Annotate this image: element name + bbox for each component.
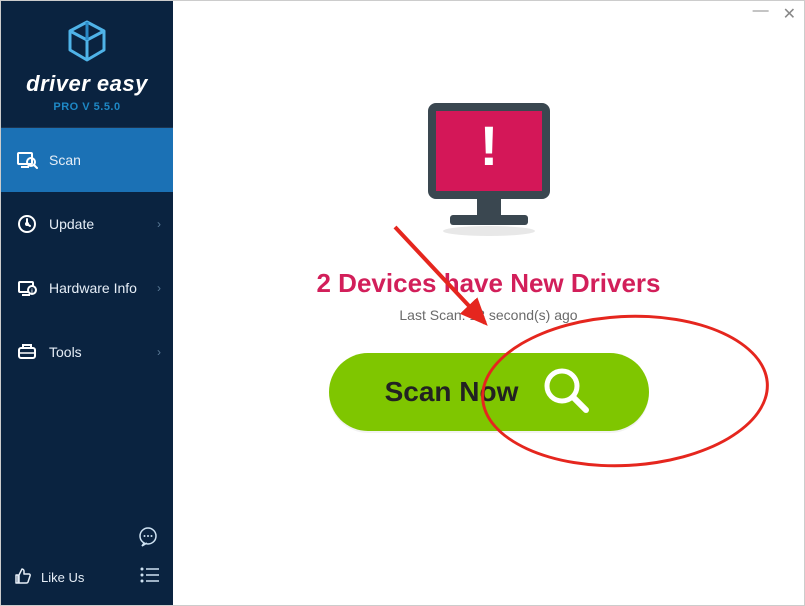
chevron-right-icon: › (157, 281, 161, 295)
logo-icon (1, 19, 173, 65)
scan-icon (15, 149, 39, 171)
magnify-icon (540, 364, 592, 421)
menu-button[interactable] (139, 566, 161, 589)
sidebar-nav: Scan Update › (1, 128, 173, 556)
brand-version: PRO V 5.5.0 (1, 101, 173, 113)
sidebar-bottom: Like Us (1, 556, 173, 605)
hardware-info-icon: i (15, 277, 39, 299)
sidebar-item-label: Scan (49, 152, 81, 168)
sidebar-item-tools[interactable]: Tools › (1, 320, 173, 384)
last-scan-text: Last Scan: 13 second(s) ago (399, 307, 577, 323)
sidebar-item-hardware-info[interactable]: i Hardware Info › (1, 256, 173, 320)
brand-name: driver easy (1, 71, 173, 97)
thumbs-up-icon (13, 566, 33, 589)
alert-monitor-icon: ! (414, 97, 564, 250)
main-content: — ✕ ! 2 Devices have New Drivers Last Sc… (173, 1, 804, 605)
logo-area: driver easy PRO V 5.5.0 (1, 1, 173, 128)
sidebar: driver easy PRO V 5.5.0 Scan (1, 1, 173, 605)
sidebar-item-label: Tools (49, 344, 82, 360)
window-controls: — ✕ (753, 7, 796, 23)
like-us-button[interactable]: Like Us (13, 566, 84, 589)
scan-now-button[interactable]: Scan Now (329, 353, 649, 431)
app-window: driver easy PRO V 5.5.0 Scan (0, 0, 805, 606)
tools-icon (15, 341, 39, 363)
headline-text: 2 Devices have New Drivers (317, 268, 661, 299)
svg-text:!: ! (479, 114, 498, 177)
sidebar-item-label: Hardware Info (49, 280, 137, 296)
scan-now-label: Scan Now (385, 376, 519, 408)
sidebar-item-update[interactable]: Update › (1, 192, 173, 256)
chevron-right-icon: › (157, 345, 161, 359)
update-icon (15, 213, 39, 235)
chevron-right-icon: › (157, 217, 161, 231)
close-button[interactable]: ✕ (783, 7, 796, 23)
sidebar-item-scan[interactable]: Scan (1, 128, 173, 192)
sidebar-item-label: Update (49, 216, 94, 232)
main-center: ! 2 Devices have New Drivers Last Scan: … (173, 97, 804, 431)
like-us-label: Like Us (41, 570, 84, 585)
feedback-button[interactable] (137, 526, 159, 553)
minimize-button[interactable]: — (753, 3, 769, 19)
